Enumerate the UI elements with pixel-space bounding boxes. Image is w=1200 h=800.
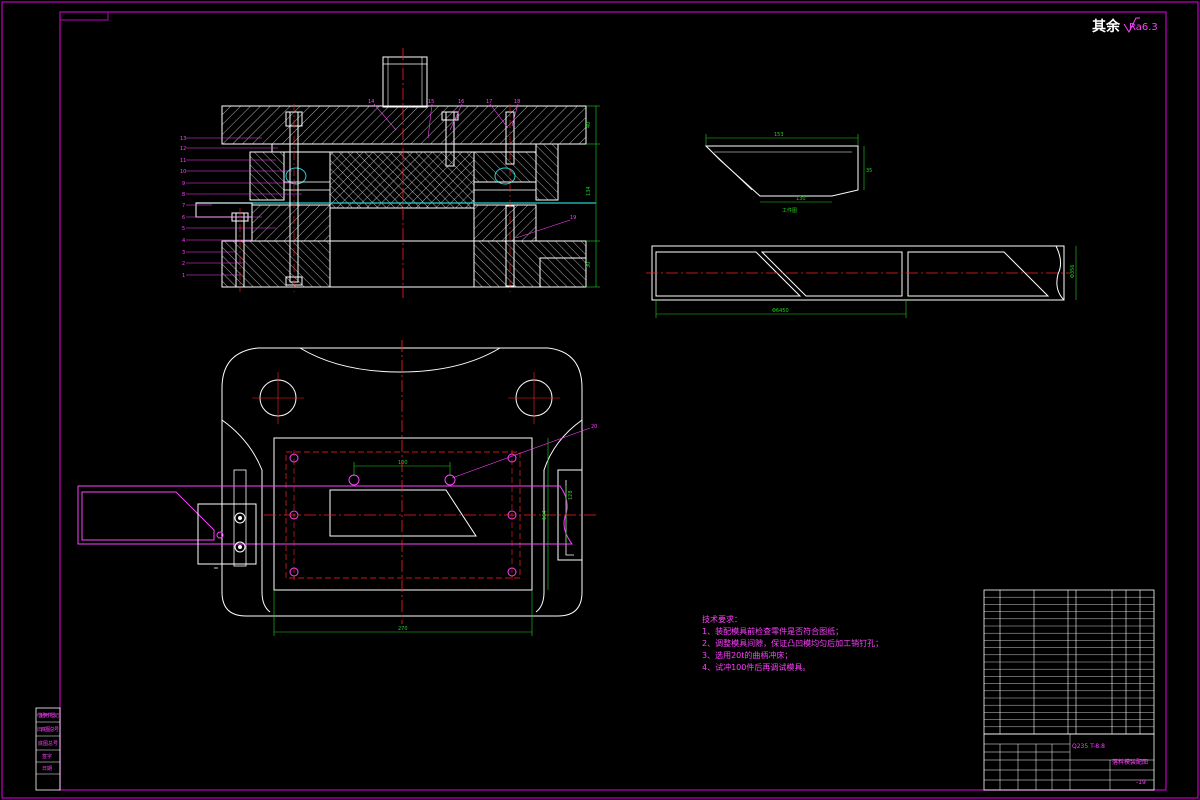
part-no-12: 12 xyxy=(180,146,186,152)
plan-dim-width: 270 xyxy=(398,626,408,632)
side-label-2: 旧底图总号 xyxy=(37,726,59,733)
workpiece-dim-top: 153 xyxy=(774,132,784,138)
side-label-5: 日期 xyxy=(42,766,52,772)
part-no-13: 13 xyxy=(180,136,186,142)
plan-dim-holes: 100 xyxy=(398,460,408,466)
part-no-11: 11 xyxy=(180,158,186,164)
title-drawing-name: 落料模装配图 xyxy=(1112,758,1148,766)
side-label-1: 借(通)用件登记 xyxy=(37,712,59,719)
cad-drawing: 其余 Ra6.3 13 12 11 10 9 8 7 6 5 4 3 2 1 1… xyxy=(1,1,1199,799)
strip-layout: Φ6450 Φ356 xyxy=(646,245,1077,318)
part-no-18: 18 xyxy=(514,99,520,105)
part-no-19: 19 xyxy=(570,215,576,221)
note-4: 4、试冲100件后再调试模具。 xyxy=(702,662,810,672)
title-material: Q235 T-8.8 xyxy=(1072,743,1105,750)
part-no-7: 7 xyxy=(182,203,185,209)
plan-dim-inner: 128 xyxy=(568,490,574,500)
part-no-4: 4 xyxy=(182,238,185,244)
part-no-5: 5 xyxy=(182,226,185,232)
part-no-6: 6 xyxy=(182,215,185,221)
drawing-frame xyxy=(1,1,1199,799)
roughness-value: Ra6.3 xyxy=(1129,22,1158,33)
part-no-2: 2 xyxy=(182,261,185,267)
side-label-3: 底图总号 xyxy=(38,740,58,747)
roughness-word: 其余 xyxy=(1092,18,1121,35)
notes-title: 技术要求： xyxy=(702,614,742,624)
part-no-3: 3 xyxy=(182,250,185,256)
technical-notes: 技术要求： 1、装配模具前检查零件是否符合图纸； 2、调整模具间隙，保证凸凹模均… xyxy=(702,614,883,672)
left-strip: 借(通)用件登记 旧底图总号 底图总号 签字 日期 xyxy=(35,707,61,791)
plan-view: 100 270 164 128 20 xyxy=(77,340,597,636)
part-no-17: 17 xyxy=(486,99,492,105)
workpiece-view: 153 130 35 工件图 xyxy=(704,132,872,214)
dim-bottom-height: 30 xyxy=(586,262,592,268)
title-block: Q235 T-8.8 落料模装配图 -19 xyxy=(983,589,1155,791)
title-sheet: -19 xyxy=(1136,779,1146,786)
part-no-10: 10 xyxy=(180,169,186,175)
workpiece-label: 工件图 xyxy=(782,207,797,214)
part-no-16: 16 xyxy=(458,99,464,105)
dim-top-height: 40 xyxy=(586,122,592,128)
part-no-14: 14 xyxy=(368,99,374,105)
part-no-15: 15 xyxy=(428,99,434,105)
part-no-9: 9 xyxy=(182,181,185,187)
strip-dim-width: Φ356 xyxy=(1070,265,1076,278)
workpiece-dim-bottom: 130 xyxy=(796,196,806,202)
side-label-4: 签字 xyxy=(42,753,52,760)
strip-dim-length: Φ6450 xyxy=(772,308,789,314)
part-no-1: 1 xyxy=(182,273,185,279)
part-no-8: 8 xyxy=(182,192,185,198)
workpiece-dim-side: 35 xyxy=(866,168,872,174)
section-view: 13 12 11 10 9 8 7 6 5 4 3 2 1 14 15 16 1… xyxy=(180,48,600,298)
plan-dim-height: 164 xyxy=(542,510,548,520)
note-3: 3、选用20t的曲柄冲床； xyxy=(702,650,792,660)
roughness-note: 其余 Ra6.3 xyxy=(1092,17,1158,35)
note-1: 1、装配模具前检查零件是否符合图纸； xyxy=(702,626,843,636)
note-2: 2、调整模具间隙，保证凸凹模均匀后加工销钉孔； xyxy=(702,638,883,648)
plan-callout-20: 20 xyxy=(591,424,597,430)
dim-total-height: 134 xyxy=(586,186,592,196)
